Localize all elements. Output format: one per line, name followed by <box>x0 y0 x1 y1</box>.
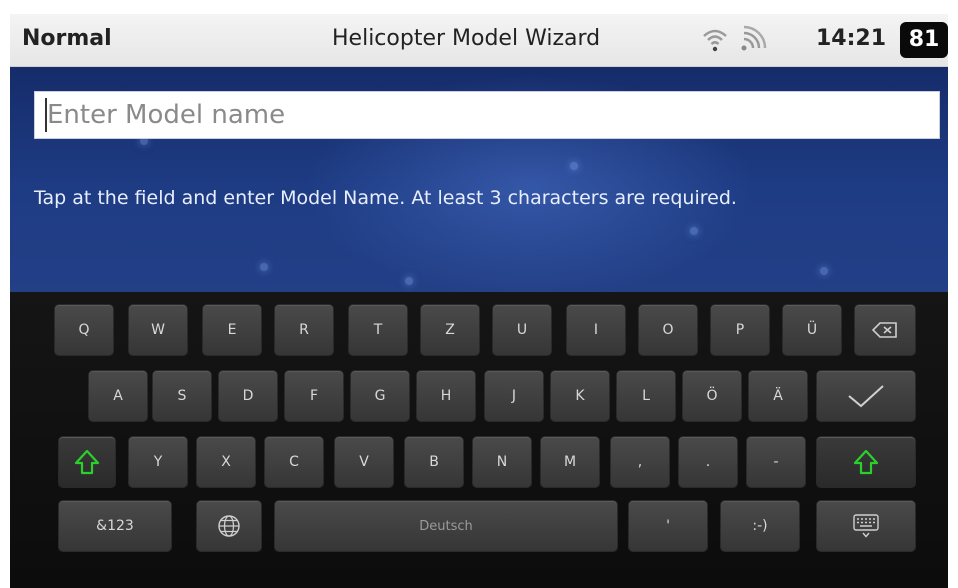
shift-key-right[interactable] <box>816 436 916 488</box>
background-sparkle <box>405 277 413 285</box>
key-m[interactable]: M <box>540 436 600 488</box>
status-bar: Normal Helicopter Model Wizard 14:21 81 <box>10 14 948 67</box>
key-apostrophe[interactable]: ' <box>628 500 708 552</box>
signal-icon <box>738 24 768 54</box>
wizard-content: Tap at the field and enter Model Name. A… <box>10 67 948 292</box>
wifi-icon <box>700 24 730 54</box>
key-u[interactable]: U <box>492 304 552 356</box>
shift-key-left[interactable] <box>58 436 116 488</box>
key-g[interactable]: G <box>350 370 410 422</box>
key-k[interactable]: K <box>550 370 610 422</box>
shift-icon <box>853 449 879 475</box>
text-caret <box>45 98 47 132</box>
key-s[interactable]: S <box>152 370 212 422</box>
backspace-icon <box>872 322 897 338</box>
clock: 14:21 <box>816 26 887 51</box>
background-sparkle <box>690 227 698 235</box>
smiley-key[interactable]: :-) <box>720 500 800 552</box>
battery-indicator: 81 <box>900 22 948 58</box>
key-p[interactable]: P <box>710 304 770 356</box>
key-h[interactable]: H <box>416 370 476 422</box>
key-l[interactable]: L <box>616 370 676 422</box>
key-hyphen[interactable]: - <box>746 436 806 488</box>
key-b[interactable]: B <box>404 436 464 488</box>
key-o-umlaut[interactable]: Ö <box>682 370 742 422</box>
key-j[interactable]: J <box>484 370 544 422</box>
background-sparkle <box>570 162 578 170</box>
key-y[interactable]: Y <box>128 436 188 488</box>
key-period[interactable]: . <box>678 436 738 488</box>
key-w[interactable]: W <box>128 304 188 356</box>
key-z[interactable]: Z <box>420 304 480 356</box>
wizard-title: Helicopter Model Wizard <box>332 26 601 51</box>
key-r[interactable]: R <box>274 304 334 356</box>
key-f[interactable]: F <box>284 370 344 422</box>
backspace-key[interactable] <box>854 304 916 356</box>
key-comma[interactable]: , <box>610 436 670 488</box>
device-screen: Normal Helicopter Model Wizard 14:21 81 <box>10 14 948 588</box>
model-name-input[interactable] <box>34 91 940 139</box>
language-key[interactable] <box>196 500 262 552</box>
on-screen-keyboard: Q W E R T Z U I O P Ü A S D F G H J K L … <box>10 292 948 588</box>
key-q[interactable]: Q <box>54 304 114 356</box>
key-a-umlaut[interactable]: Ä <box>748 370 808 422</box>
key-d[interactable]: D <box>218 370 278 422</box>
key-c[interactable]: C <box>264 436 324 488</box>
globe-icon <box>218 515 240 537</box>
key-v[interactable]: V <box>334 436 394 488</box>
key-n[interactable]: N <box>472 436 532 488</box>
instruction-text: Tap at the field and enter Model Name. A… <box>34 187 737 209</box>
key-e[interactable]: E <box>202 304 262 356</box>
key-o[interactable]: O <box>638 304 698 356</box>
hide-keyboard-icon <box>853 514 879 538</box>
mode-label: Normal <box>22 26 112 51</box>
key-i[interactable]: I <box>566 304 626 356</box>
background-sparkle <box>820 267 828 275</box>
hide-keyboard-key[interactable] <box>816 500 916 552</box>
background-sparkle <box>260 263 268 271</box>
key-t[interactable]: T <box>348 304 408 356</box>
space-key[interactable]: Deutsch <box>274 500 618 552</box>
shift-icon <box>74 449 100 475</box>
checkmark-icon <box>848 385 884 408</box>
key-a[interactable]: A <box>88 370 148 422</box>
numbers-key[interactable]: &123 <box>58 500 172 552</box>
enter-key[interactable] <box>816 370 916 422</box>
key-x[interactable]: X <box>196 436 256 488</box>
key-u-umlaut[interactable]: Ü <box>782 304 842 356</box>
